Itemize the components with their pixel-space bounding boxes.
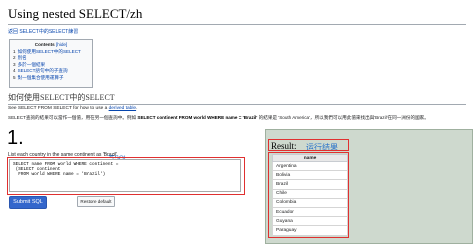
description-mid: 的結果是	[257, 115, 279, 120]
toc-item-label[interactable]: SELECT語句中的子查詢	[18, 68, 68, 73]
breadcrumb[interactable]: 返回 SELECT中的SELECT練習	[8, 28, 78, 35]
exercise-number: 1.	[7, 127, 24, 149]
derived-table-link[interactable]: derived table	[109, 106, 136, 111]
result-table-highlight-box	[268, 152, 349, 238]
description-value: 'South America'	[278, 115, 310, 120]
see-also-suffix: .	[136, 106, 138, 111]
toc-hide-link[interactable]: [hide]	[56, 42, 67, 47]
restore-default-button[interactable]: Restore default	[77, 196, 115, 207]
description-end: ，所以我們可以用此值來找出與'Brazil'在同一洲份的國家。	[309, 115, 429, 120]
description-query: SELECT continent FROM world WHERE name =…	[137, 115, 258, 120]
toc-item-label[interactable]: 對一個集合使用運算子	[18, 75, 64, 80]
see-also-text: See SELECT FROM SELECT for how to use a …	[8, 106, 137, 111]
breadcrumb-link[interactable]: 返回 SELECT中的SELECT練習	[8, 29, 78, 35]
toc-item-label[interactable]: 別名	[18, 55, 27, 60]
toc-heading: Contents [hide]	[13, 42, 89, 47]
section-description: SELECT查詢的結果可以當作一個值，用在另一個查詢中。例如 SELECT co…	[8, 115, 429, 121]
submit-sql-button[interactable]: Submit SQL	[9, 196, 47, 209]
toc-item-number: 1	[13, 49, 16, 54]
toc-item[interactable]: 5 對一個集合使用運算子	[13, 75, 89, 81]
page-title: Using nested SELECT/zh	[8, 6, 466, 25]
toc-item-number: 4	[13, 68, 16, 74]
table-of-contents: Contents [hide] 1 如何使用SELECT中的SELECT 2 別名 …	[9, 39, 93, 88]
description-start: SELECT查詢的結果可以當作一個值，用在另一個查詢中。例如	[8, 115, 138, 120]
toc-title: Contents	[34, 42, 55, 47]
toc-item-number: 3	[13, 61, 16, 67]
toc-item-label[interactable]: 如何使用SELECT中的SELECT	[18, 49, 81, 54]
toc-item-number: 2	[13, 55, 16, 61]
toc-item-label[interactable]: 多於一個結果	[18, 62, 46, 67]
result-label-highlight-box	[268, 139, 349, 151]
see-also-prefix: See SELECT FROM SELECT for how to use a	[8, 106, 109, 111]
editor-highlight-box	[7, 157, 245, 195]
toc-item-number: 5	[13, 74, 16, 80]
section-heading: 如何使用SELECT中的SELECT	[8, 92, 466, 105]
